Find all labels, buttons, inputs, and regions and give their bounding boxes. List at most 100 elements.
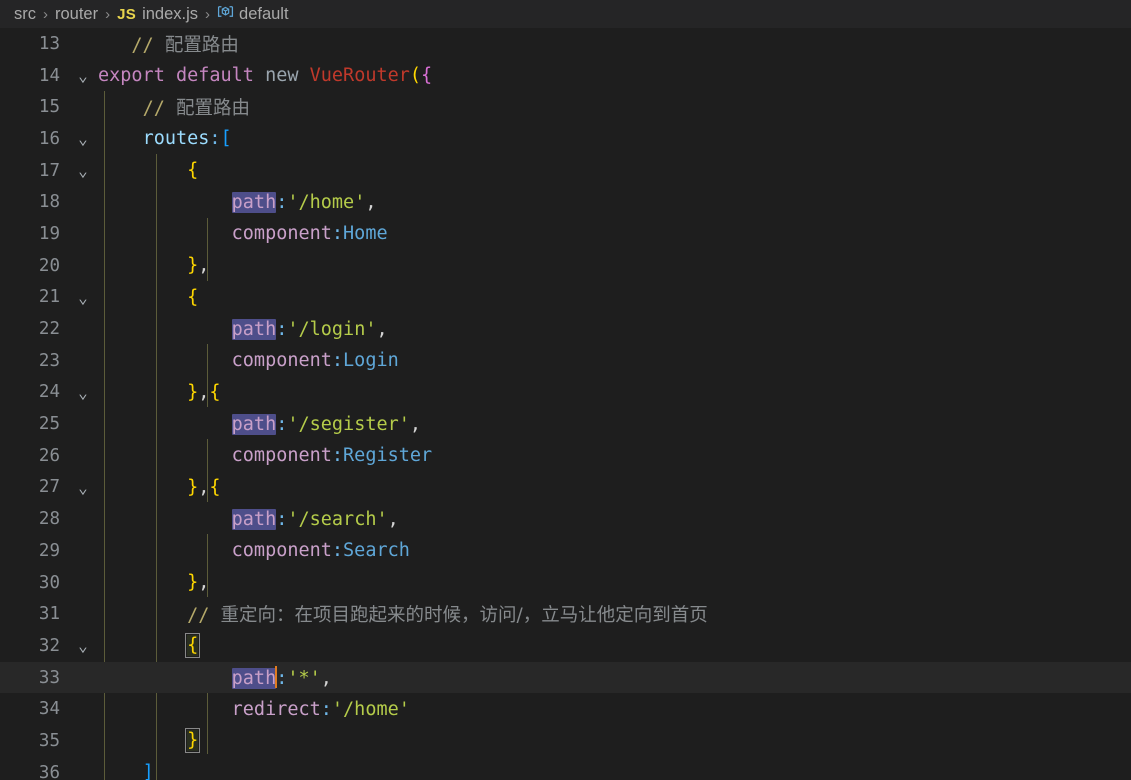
code-line[interactable]: 25 path:'/segister', (0, 408, 1131, 440)
code-line[interactable]: 29 component:Search (0, 535, 1131, 567)
route-path: /search (298, 508, 377, 530)
comment-text: 配置路由 (175, 98, 250, 120)
code-text: redirect:'/home' (231, 698, 410, 720)
code-line[interactable]: 18 path:'/home', (0, 186, 1131, 218)
line-number[interactable]: 14 (0, 66, 70, 86)
route-path: /home (298, 191, 355, 213)
fold-chevron-down-icon[interactable]: ⌄ (70, 288, 96, 307)
breadcrumb-separator: › (205, 5, 211, 23)
code-line[interactable]: 26 component:Register (0, 440, 1131, 472)
highlighted-word: path (231, 508, 277, 530)
code-editor[interactable]: 13 // 配置路由 14 ⌄ export default new VueRo… (0, 28, 1131, 780)
bracket-match: { (185, 633, 201, 659)
route-path: * (298, 668, 310, 690)
code-text: export default new VueRouter({ (98, 65, 433, 87)
code-line[interactable]: 28 path:'/search', (0, 503, 1131, 535)
line-number[interactable]: 29 (0, 541, 70, 561)
fold-chevron-down-icon[interactable]: ⌄ (70, 478, 96, 497)
route-path: /segister (298, 413, 399, 435)
code-line[interactable]: 35 } (0, 725, 1131, 757)
breadcrumb-separator: › (43, 5, 48, 23)
highlighted-word: path (231, 668, 277, 690)
line-number[interactable]: 13 (0, 34, 70, 54)
line-number[interactable]: 19 (0, 224, 70, 244)
symbol-object-icon (217, 3, 234, 25)
highlighted-word: path (231, 413, 277, 435)
code-line[interactable]: 14 ⌄ export default new VueRouter({ (0, 60, 1131, 92)
code-line[interactable]: 34 redirect:'/home' (0, 693, 1131, 725)
code-text: }, (187, 572, 210, 594)
code-line[interactable]: 23 component:Login (0, 345, 1131, 377)
code-text: path:'/login', (231, 318, 388, 340)
code-text: component:Home (231, 223, 388, 245)
route-path: /login (298, 318, 366, 340)
route-component: Search (343, 540, 410, 562)
line-number[interactable]: 31 (0, 604, 70, 624)
code-line[interactable]: 27 ⌄ },{ (0, 472, 1131, 504)
line-number[interactable]: 30 (0, 573, 70, 593)
fold-chevron-down-icon[interactable]: ⌄ (70, 161, 96, 180)
code-line[interactable]: 15 // 配置路由 (0, 91, 1131, 123)
code-line[interactable]: 21 ⌄ { (0, 282, 1131, 314)
line-number[interactable]: 32 (0, 636, 70, 656)
line-number[interactable]: 18 (0, 192, 70, 212)
code-text: }, (187, 255, 210, 277)
code-text: ] (142, 762, 154, 780)
line-number[interactable]: 17 (0, 161, 70, 181)
route-component: Home (343, 223, 388, 245)
line-number[interactable]: 26 (0, 446, 70, 466)
line-number[interactable]: 20 (0, 256, 70, 276)
breadcrumb-item-index-js[interactable]: index.js (142, 5, 198, 24)
code-text: },{ (187, 381, 221, 403)
highlighted-word: path (231, 318, 277, 340)
code-text: component:Register (231, 445, 433, 467)
fold-chevron-down-icon[interactable]: ⌄ (70, 636, 96, 655)
breadcrumb: src › router › JS index.js › default (0, 0, 1131, 28)
code-text: { (187, 160, 199, 182)
route-component: Register (343, 445, 433, 467)
code-line-current[interactable]: 33 path:'*', (0, 661, 1131, 694)
fold-chevron-down-icon[interactable]: ⌄ (70, 383, 96, 402)
code-text: } (96, 728, 1131, 754)
code-line[interactable]: 36 ] (0, 757, 1131, 780)
code-line[interactable]: 22 path:'/login', (0, 313, 1131, 345)
code-line[interactable]: 19 component:Home (0, 218, 1131, 250)
highlighted-word: path (231, 191, 277, 213)
code-line[interactable]: 32 ⌄ { (0, 630, 1131, 662)
line-number[interactable]: 35 (0, 731, 70, 751)
breadcrumb-item-router[interactable]: router (55, 5, 98, 24)
line-number[interactable]: 15 (0, 97, 70, 117)
code-line[interactable]: 16 ⌄ routes:[ (0, 123, 1131, 155)
line-number[interactable]: 27 (0, 477, 70, 497)
comment-text: 重定向：在项目跑起来的时候，访问/，立马让他定向到首页 (220, 605, 708, 627)
code-text: { (96, 633, 1131, 659)
line-number[interactable]: 36 (0, 763, 70, 780)
code-text: path:'/search', (231, 508, 399, 530)
bracket-match: } (185, 728, 201, 754)
line-number[interactable]: 23 (0, 351, 70, 371)
line-number[interactable]: 34 (0, 699, 70, 719)
code-line[interactable]: 31 // 重定向：在项目跑起来的时候，访问/，立马让他定向到首页 (0, 598, 1131, 630)
code-text: path:'/segister', (231, 413, 422, 435)
breadcrumb-item-src[interactable]: src (14, 5, 36, 24)
line-number[interactable]: 33 (0, 668, 70, 688)
js-file-icon: JS (117, 5, 137, 23)
fold-chevron-down-icon[interactable]: ⌄ (70, 129, 96, 148)
line-number[interactable]: 28 (0, 509, 70, 529)
code-line[interactable]: 13 // 配置路由 (0, 28, 1131, 60)
code-line[interactable]: 30 }, (0, 567, 1131, 599)
code-text: path:'/home', (231, 191, 377, 213)
breadcrumb-item-default[interactable]: default (239, 5, 289, 24)
line-number[interactable]: 24 (0, 382, 70, 402)
line-number[interactable]: 21 (0, 287, 70, 307)
fold-chevron-down-icon[interactable]: ⌄ (70, 66, 96, 85)
code-line[interactable]: 17 ⌄ { (0, 155, 1131, 187)
route-component: Login (343, 350, 399, 372)
code-text: routes:[ (142, 128, 232, 150)
line-number[interactable]: 25 (0, 414, 70, 434)
line-number[interactable]: 16 (0, 129, 70, 149)
code-line[interactable]: 20 }, (0, 250, 1131, 282)
code-line[interactable]: 24 ⌄ },{ (0, 377, 1131, 409)
line-number[interactable]: 22 (0, 319, 70, 339)
code-text: { (187, 286, 199, 308)
